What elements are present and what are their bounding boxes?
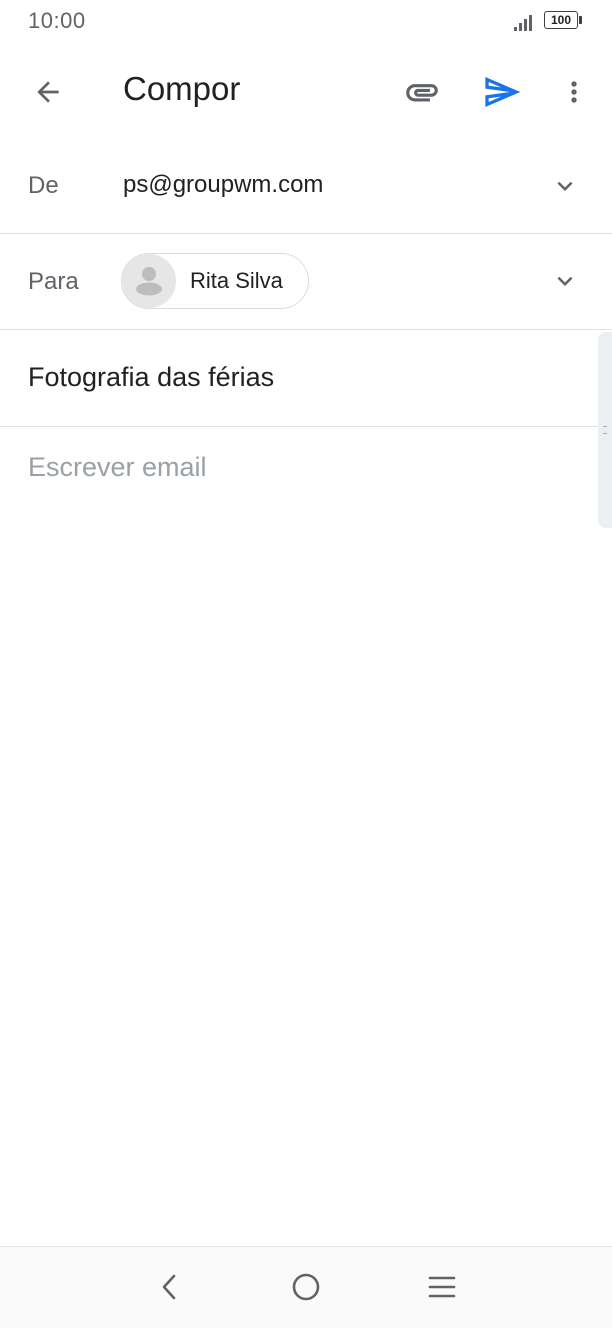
battery-level: 100 bbox=[550, 13, 572, 27]
compose-screen: 10:00 100 Compor De ps@groupwm.com Para … bbox=[0, 0, 612, 1328]
paperclip-icon bbox=[406, 84, 438, 102]
to-label: Para bbox=[28, 268, 79, 295]
top-app-bar: Compor bbox=[0, 44, 612, 136]
from-expand-button[interactable] bbox=[548, 169, 582, 203]
send-button[interactable] bbox=[476, 66, 528, 118]
battery-icon: 100 bbox=[544, 11, 584, 31]
system-nav-bar bbox=[0, 1246, 612, 1328]
nav-back-button[interactable] bbox=[148, 1265, 192, 1309]
person-avatar-icon bbox=[122, 254, 176, 308]
chevron-down-icon bbox=[557, 276, 573, 286]
more-vert-icon bbox=[571, 81, 577, 103]
recipient-chip[interactable]: Rita Silva bbox=[121, 253, 309, 309]
nav-back-icon bbox=[162, 1274, 176, 1300]
recipient-name: Rita Silva bbox=[190, 268, 283, 293]
from-account[interactable]: ps@groupwm.com bbox=[123, 171, 323, 199]
to-expand-button[interactable] bbox=[548, 264, 582, 298]
from-label: De bbox=[28, 172, 59, 199]
chevron-down-icon bbox=[557, 181, 573, 191]
status-time: 10:00 bbox=[28, 8, 86, 33]
to-row: Para Rita Silva bbox=[0, 234, 612, 330]
page-title: Compor bbox=[123, 70, 241, 107]
back-arrow-icon bbox=[37, 81, 59, 103]
nav-menu-icon bbox=[428, 1276, 456, 1298]
from-row: De ps@groupwm.com bbox=[0, 138, 612, 234]
nav-home-button[interactable] bbox=[284, 1265, 328, 1309]
back-button[interactable] bbox=[22, 66, 74, 118]
subject-field[interactable]: Fotografia das férias bbox=[28, 362, 274, 393]
nav-menu-button[interactable] bbox=[420, 1265, 464, 1309]
status-bar: 10:00 100 bbox=[0, 0, 612, 44]
send-icon bbox=[485, 77, 521, 107]
subject-row[interactable]: Fotografia das férias bbox=[0, 330, 612, 427]
attach-button[interactable] bbox=[396, 66, 448, 118]
more-options-button[interactable] bbox=[550, 66, 598, 118]
grip-icon bbox=[603, 426, 607, 434]
email-body-field[interactable] bbox=[28, 452, 578, 483]
nav-home-icon bbox=[292, 1273, 320, 1301]
signal-icon bbox=[514, 15, 532, 31]
scroll-handle[interactable] bbox=[598, 332, 612, 528]
